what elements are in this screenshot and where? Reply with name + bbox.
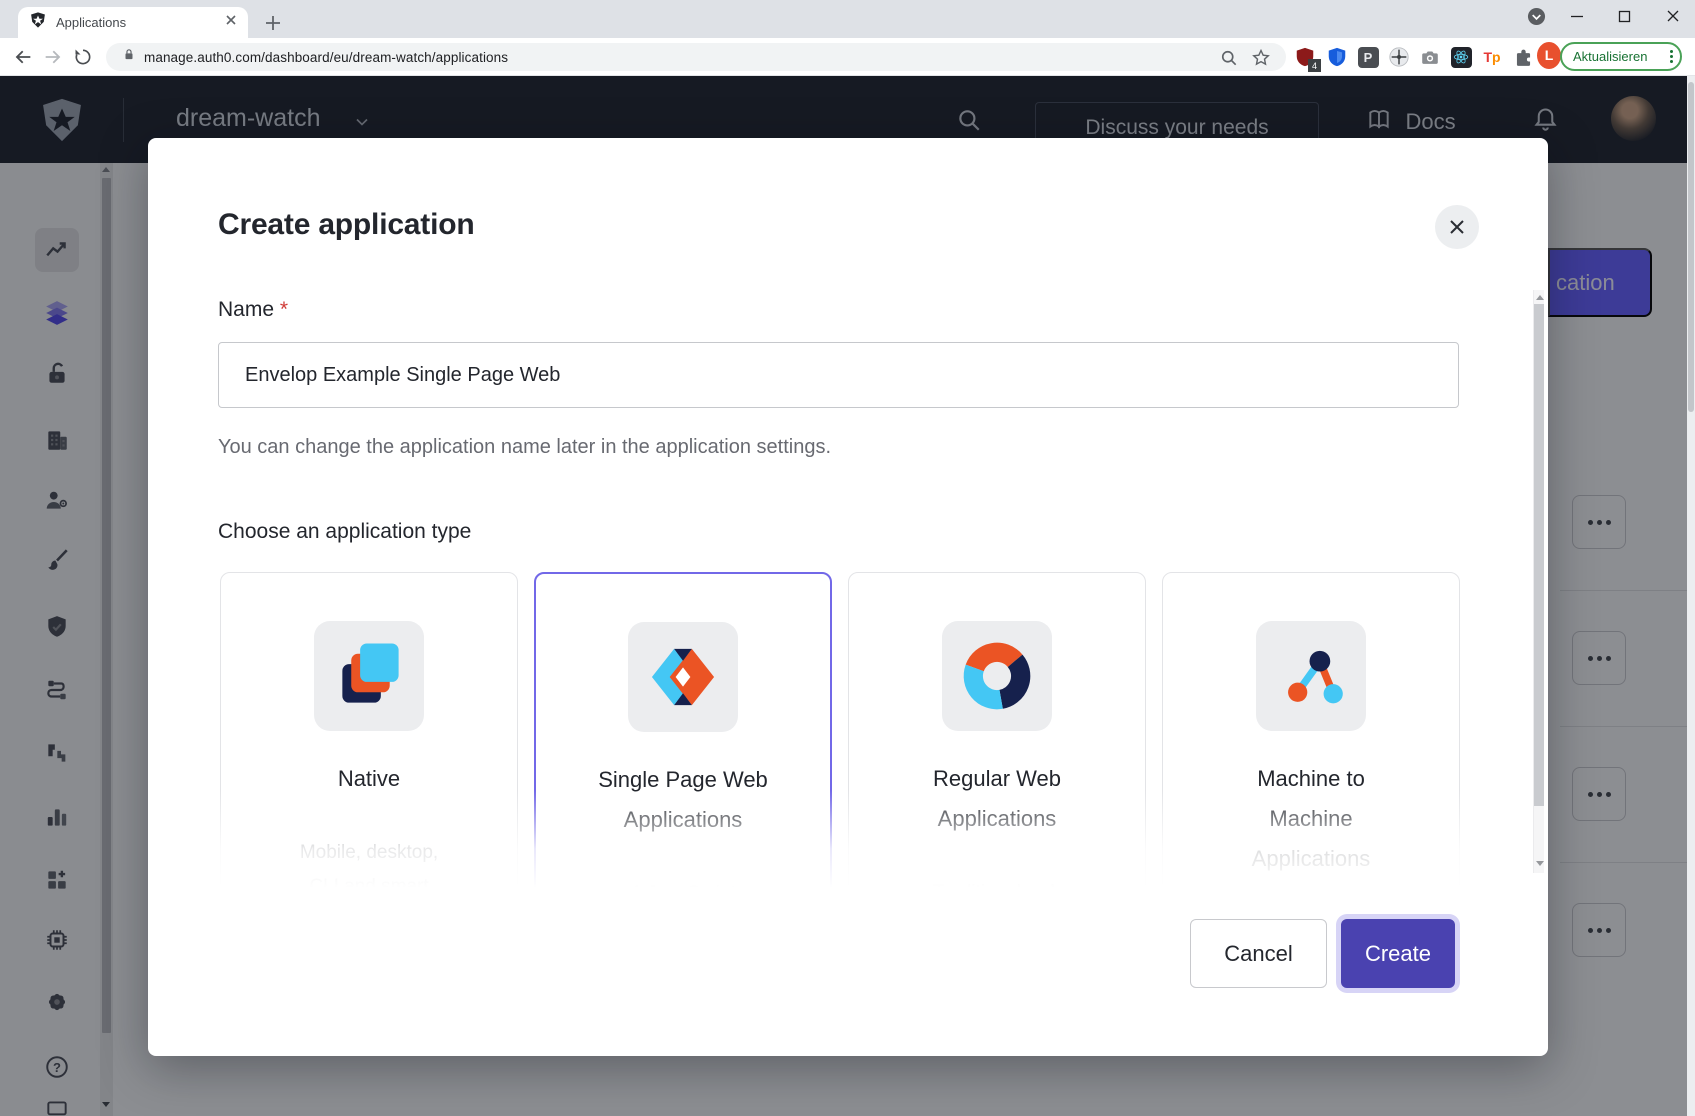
bitwarden-extension-icon[interactable] (1325, 45, 1349, 69)
name-helper-text: You can change the application name late… (218, 436, 831, 459)
modal-scroll-down-icon[interactable] (1536, 861, 1544, 866)
tab-title: Applications (56, 15, 224, 30)
modal-scroll-viewport: Create application Name * You can change… (148, 138, 1548, 888)
bottom-fade-gradient (148, 790, 1532, 888)
window-maximize-button[interactable] (1614, 6, 1634, 26)
modal-close-button[interactable] (1435, 205, 1479, 249)
window-close-button[interactable] (1663, 6, 1683, 26)
single-page-app-icon (628, 622, 738, 732)
cancel-label: Cancel (1224, 941, 1292, 967)
modal-title: Create application (218, 208, 474, 242)
create-application-modal: Create application Name * You can change… (148, 138, 1548, 1056)
tampermonkey-extension-icon[interactable]: Tp (1480, 45, 1504, 69)
browser-profile-chevron-icon[interactable] (1526, 6, 1546, 26)
forward-icon[interactable] (40, 44, 66, 70)
required-asterisk: * (280, 298, 288, 321)
positioning-extension-icon[interactable] (1387, 45, 1411, 69)
screen: Applications manage.auth0.com/dashboard/… (0, 0, 1695, 1116)
machine-to-machine-icon (1256, 621, 1366, 731)
update-browser-label: Aktualisieren (1573, 49, 1647, 64)
application-type-heading: Choose an application type (218, 520, 471, 544)
create-button[interactable]: Create (1341, 919, 1455, 988)
tab-close-icon[interactable] (224, 13, 238, 32)
page-scrollbar-thumb[interactable] (1688, 82, 1694, 412)
cancel-button[interactable]: Cancel (1190, 919, 1327, 988)
update-browser-button[interactable]: Aktualisieren (1560, 42, 1682, 71)
ublock-extension-icon[interactable]: 4 (1293, 45, 1317, 69)
create-label: Create (1365, 941, 1431, 967)
modal-scrollbar-thumb[interactable] (1534, 304, 1544, 806)
browser-menu-kebab-icon[interactable] (1670, 50, 1673, 63)
regular-web-app-icon (942, 621, 1052, 731)
extensions-puzzle-icon[interactable] (1511, 45, 1535, 69)
screenshot-camera-extension-icon[interactable] (1418, 45, 1442, 69)
ublock-badge: 4 (1308, 59, 1321, 72)
modal-scroll-up-icon[interactable] (1536, 295, 1544, 300)
url-bar[interactable]: manage.auth0.com/dashboard/eu/dream-watc… (106, 43, 1286, 71)
back-icon[interactable] (10, 44, 36, 70)
https-lock-icon (122, 47, 136, 67)
browser-profile-avatar[interactable]: L (1537, 43, 1561, 67)
auth0-favicon-icon (30, 12, 46, 33)
window-minimize-button[interactable] (1567, 6, 1587, 26)
application-name-input[interactable] (218, 342, 1459, 408)
bookmark-star-icon[interactable] (1249, 46, 1273, 70)
reload-icon[interactable] (70, 44, 96, 70)
p-extension-icon[interactable]: P (1356, 45, 1380, 69)
react-devtools-extension-icon[interactable] (1449, 45, 1473, 69)
new-tab-button[interactable] (262, 12, 284, 34)
url-text: manage.auth0.com/dashboard/eu/dream-watc… (144, 50, 508, 65)
native-icon (314, 621, 424, 731)
browser-tabstrip (0, 0, 1695, 38)
name-field-label: Name * (218, 298, 288, 322)
zoom-page-icon[interactable] (1217, 46, 1241, 70)
browser-tab-applications[interactable]: Applications (18, 7, 248, 38)
